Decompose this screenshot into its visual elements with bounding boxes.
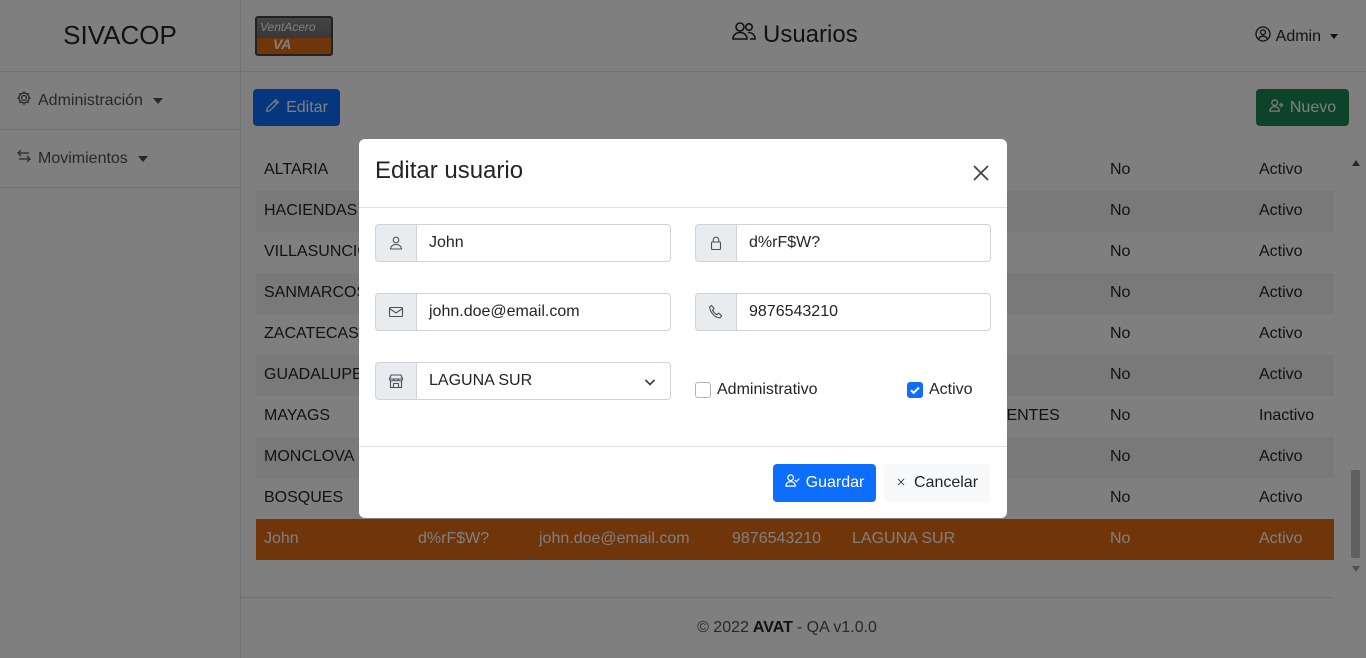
email-field: john.doe@email.com bbox=[375, 293, 671, 331]
branch-select[interactable]: LAGUNA SUR bbox=[417, 362, 671, 400]
password-field: d%rF$W? bbox=[695, 224, 991, 262]
phone-input[interactable]: 9876543210 bbox=[737, 293, 991, 331]
cancel-button[interactable]: Cancelar bbox=[884, 464, 990, 502]
person-icon bbox=[375, 224, 417, 262]
active-checkbox-box[interactable] bbox=[907, 382, 923, 398]
username-field: John bbox=[375, 224, 671, 262]
phone-icon bbox=[695, 293, 737, 331]
shop-icon bbox=[375, 362, 417, 400]
edit-user-modal: Editar usuario John d%rF$W? john.doe@ema… bbox=[359, 139, 1007, 518]
envelope-icon bbox=[375, 293, 417, 331]
password-input[interactable]: d%rF$W? bbox=[737, 224, 991, 262]
active-checkbox[interactable]: Activo bbox=[907, 381, 973, 399]
admin-checkbox[interactable]: Administrativo bbox=[695, 381, 817, 399]
check-icon bbox=[910, 386, 920, 395]
email-input[interactable]: john.doe@email.com bbox=[417, 293, 671, 331]
phone-field: 9876543210 bbox=[695, 293, 991, 331]
branch-field: LAGUNA SUR bbox=[375, 362, 671, 400]
admin-checkbox-box[interactable] bbox=[695, 382, 711, 398]
modal-title: Editar usuario bbox=[375, 157, 524, 184]
lock-icon bbox=[695, 224, 737, 262]
chevron-down-icon bbox=[644, 379, 656, 386]
user-check-icon bbox=[784, 473, 800, 493]
save-button[interactable]: Guardar bbox=[773, 464, 876, 502]
x-icon bbox=[896, 474, 906, 492]
close-icon[interactable] bbox=[969, 161, 993, 185]
username-input[interactable]: John bbox=[417, 224, 671, 262]
